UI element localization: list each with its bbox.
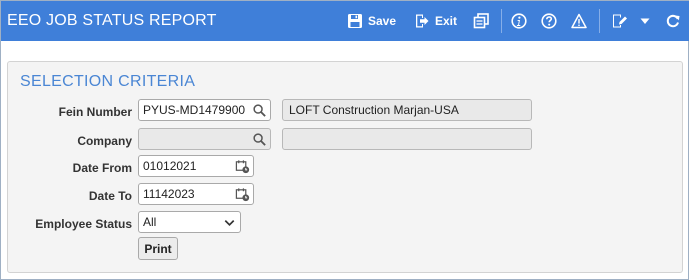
caret-down-icon <box>640 18 650 24</box>
floppy-disk-icon <box>348 14 362 28</box>
info-button[interactable] <box>511 11 527 31</box>
fein-description-value: LOFT Construction Marjan-USA <box>289 103 459 117</box>
refresh-icon <box>666 14 680 28</box>
fein-description-field: LOFT Construction Marjan-USA <box>282 99 532 121</box>
options-dropdown[interactable] <box>637 11 653 31</box>
edit-button[interactable] <box>611 11 627 31</box>
date-to-label: Date To <box>88 189 132 203</box>
save-button[interactable]: Save <box>347 11 396 31</box>
date-to-input[interactable]: 11142023 <box>138 183 254 205</box>
warning-triangle-icon <box>571 13 587 29</box>
toolbar-divider <box>599 9 600 33</box>
help-button[interactable] <box>541 11 557 31</box>
fein-number-label: Fein Number <box>58 105 132 119</box>
alerts-button[interactable] <box>571 11 587 31</box>
print-button[interactable]: Print <box>138 237 178 260</box>
fein-number-value: PYUS-MD1479900 <box>143 103 246 117</box>
search-icon[interactable] <box>252 103 267 118</box>
reports-button[interactable] <box>473 11 489 31</box>
search-icon[interactable] <box>252 132 267 147</box>
exit-label: Exit <box>435 14 458 28</box>
date-from-value: 01012021 <box>143 159 197 173</box>
info-icon <box>511 13 527 29</box>
company-label: Company <box>77 134 132 148</box>
section-title: SELECTION CRITERIA <box>20 73 196 90</box>
employee-status-label: Employee Status <box>35 217 132 231</box>
company-description-field <box>282 128 532 150</box>
save-label: Save <box>368 14 397 28</box>
date-from-label: Date From <box>72 161 132 175</box>
question-icon <box>541 13 557 29</box>
exit-arrow-icon <box>416 14 429 28</box>
exit-button[interactable]: Exit <box>414 11 457 31</box>
fein-number-input[interactable]: PYUS-MD1479900 <box>138 99 271 121</box>
refresh-button[interactable] <box>665 11 681 31</box>
toolbar-divider <box>501 9 502 33</box>
edit-note-icon <box>613 14 627 28</box>
app-header: EEO JOB STATUS REPORT Save Exit <box>1 1 689 41</box>
company-input[interactable] <box>138 128 271 150</box>
calendar-icon[interactable] <box>235 159 250 174</box>
employee-status-select[interactable]: All <box>138 211 241 233</box>
calendar-icon[interactable] <box>235 187 250 202</box>
selection-criteria-panel: SELECTION CRITERIA Fein Number PYUS-MD14… <box>7 61 683 273</box>
date-to-value: 11142023 <box>143 187 195 201</box>
page-title: EEO JOB STATUS REPORT <box>7 12 217 29</box>
stacked-pages-icon <box>473 13 489 29</box>
date-from-input[interactable]: 01012021 <box>138 155 254 177</box>
chevron-down-icon[interactable] <box>222 215 237 230</box>
employee-status-value: All <box>143 215 157 229</box>
